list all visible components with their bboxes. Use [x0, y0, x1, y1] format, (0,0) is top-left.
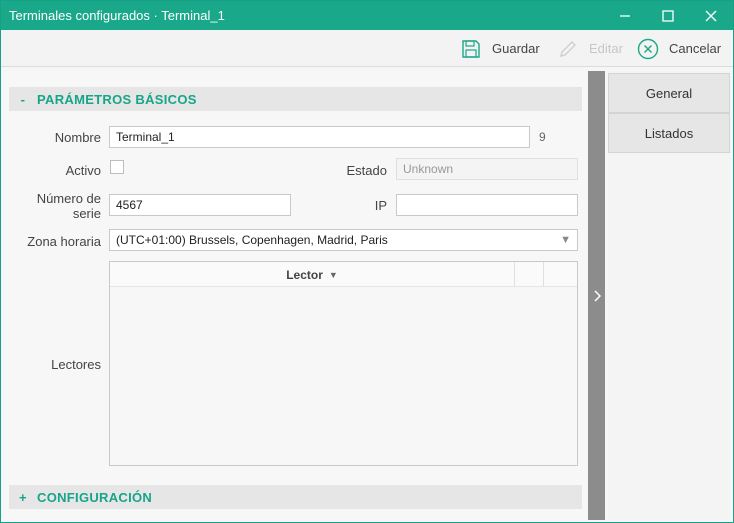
chevron-right-icon: [593, 289, 601, 302]
nombre-field[interactable]: Terminal_1: [109, 126, 530, 148]
collapse-sign: -: [20, 91, 26, 107]
main-panel: - PARÁMETROS BÁSICOS Nombre Terminal_1 9…: [5, 71, 588, 520]
title-bar[interactable]: Terminales configurados · Terminal_1: [1, 1, 733, 30]
close-button[interactable]: [691, 1, 731, 30]
estado-label: Estado: [346, 163, 387, 178]
configuracion-title: CONFIGURACIÓN: [37, 489, 153, 505]
zona-horaria-value: (UTC+01:00) Brussels, Copenhagen, Madrid…: [116, 233, 388, 247]
grid-header-column-3: [544, 262, 577, 287]
close-icon: [705, 10, 717, 21]
cancel-circle-icon: [637, 38, 659, 60]
tab-general[interactable]: General: [608, 73, 730, 113]
minimize-button[interactable]: [605, 1, 645, 30]
lector-column-header[interactable]: Lector ▼: [110, 262, 515, 287]
edit-label: Editar: [589, 41, 623, 56]
minimize-icon: [620, 14, 630, 17]
lectores-label: Lectores: [51, 357, 101, 372]
nombre-label: Nombre: [54, 130, 101, 145]
lectores-grid[interactable]: Lector ▼: [109, 261, 578, 466]
zona-horaria-select[interactable]: (UTC+01:00) Brussels, Copenhagen, Madrid…: [109, 229, 578, 251]
numero-serie-label-line2: serie: [72, 206, 101, 221]
grid-header: Lector ▼: [110, 262, 577, 287]
tab-listados[interactable]: Listados: [608, 113, 730, 153]
grid-header-column-2: [515, 262, 544, 287]
expand-sign: +: [19, 489, 27, 505]
save-button[interactable]: Guardar: [460, 30, 540, 67]
numero-serie-label-line1: Número de: [36, 191, 101, 206]
numero-serie-label: Número de serie: [29, 191, 101, 221]
lector-column-title: Lector: [286, 267, 323, 282]
cancel-label: Cancelar: [669, 41, 722, 56]
toolbar: Guardar Editar Cancelar: [1, 30, 733, 67]
dropdown-arrow-icon: ▼: [560, 234, 571, 246]
maximize-button[interactable]: [648, 1, 688, 30]
panel-toggle-strip[interactable]: [588, 71, 605, 520]
sort-down-icon: ▼: [328, 269, 338, 280]
numero-serie-field[interactable]: 4567: [109, 194, 291, 216]
nombre-char-count: 9: [539, 130, 546, 144]
estado-field: Unknown: [396, 158, 578, 180]
ip-field[interactable]: [396, 194, 578, 216]
basic-params-title: PARÁMETROS BÁSICOS: [37, 91, 197, 107]
basic-params-header[interactable]: - PARÁMETROS BÁSICOS: [9, 87, 582, 111]
app-window: Terminales configurados · Terminal_1 Gua…: [0, 0, 734, 523]
maximize-icon: [662, 9, 674, 22]
save-icon: [460, 38, 482, 60]
activo-label: Activo: [65, 163, 101, 178]
zona-horaria-label: Zona horaria: [27, 234, 101, 249]
cancel-button[interactable]: Cancelar: [637, 30, 721, 67]
save-label: Guardar: [492, 41, 540, 56]
right-tabs-panel: General Listados: [608, 71, 730, 520]
ip-label: IP: [374, 198, 387, 213]
edit-button[interactable]: Editar: [557, 30, 623, 67]
window-title: Terminales configurados · Terminal_1: [9, 8, 225, 23]
activo-checkbox[interactable]: [110, 160, 124, 174]
configuracion-header[interactable]: + CONFIGURACIÓN: [9, 485, 582, 509]
pencil-icon: [557, 38, 579, 60]
